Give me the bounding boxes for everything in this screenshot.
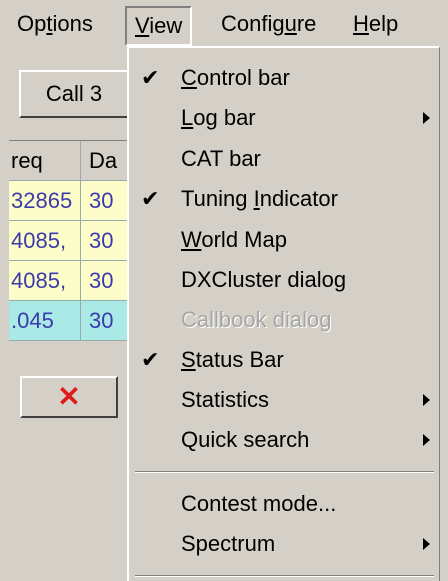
freq-cell: .045 — [9, 301, 81, 341]
menu-item-control-bar[interactable]: ✔ Control bar — [129, 58, 440, 98]
grid-header-row: req Da — [9, 141, 128, 181]
menu-item-label: Statistics — [181, 387, 270, 412]
menu-item-label: Spectrum — [181, 531, 276, 556]
column-header-freq[interactable]: req — [9, 141, 81, 181]
date-cell: 30 — [81, 301, 128, 341]
menu-item-label: World Map — [181, 227, 287, 252]
checkmark-icon: ✔ — [141, 186, 160, 211]
menu-item-contest-mode[interactable]: Contest mode... — [129, 484, 440, 524]
submenu-arrow-icon — [423, 538, 430, 550]
main-content: Call 3 req Da 32865 30 4085, 30 4085, 30… — [9, 46, 129, 581]
menu-item-tuning-indicator[interactable]: ✔ Tuning Indicator — [129, 179, 440, 219]
menu-view[interactable]: View — [125, 6, 193, 46]
column-header-date[interactable]: Da — [81, 141, 128, 181]
menu-configure-accel: u — [284, 11, 297, 36]
menu-help[interactable]: Help — [345, 6, 406, 42]
view-menu-dropdown: ✔ Control bar Log bar CAT bar ✔ Tuning I… — [127, 46, 440, 581]
log-grid: req Da 32865 30 4085, 30 4085, 30 .045 3… — [9, 140, 128, 341]
menu-item-label: Callbook dialog — [181, 307, 332, 332]
window-right-frame — [439, 0, 448, 581]
table-row[interactable]: 4085, 30 — [9, 221, 128, 261]
freq-cell: 4085, — [9, 221, 81, 261]
menu-bar: Options View Configure Help — [9, 0, 440, 46]
menu-item-quick-search[interactable]: Quick search — [129, 420, 440, 460]
close-icon: ✕ — [57, 381, 81, 412]
menu-view-accel: V — [135, 13, 150, 38]
menu-view-text: iew — [149, 13, 183, 38]
menu-item-label: CAT bar — [181, 146, 261, 171]
menu-help-accel: H — [353, 11, 369, 36]
table-row[interactable]: 4085, 30 — [9, 261, 128, 301]
checkmark-icon: ✔ — [141, 65, 160, 90]
menu-options-text: Op — [17, 11, 47, 36]
menu-item-label: DXCluster dialog — [181, 267, 347, 292]
menu-item-world-map[interactable]: World Map — [129, 220, 440, 260]
menu-item-callbook-dialog: Callbook dialog — [129, 300, 440, 340]
menu-item-label: Log bar — [181, 105, 256, 130]
table-row[interactable]: 32865 30 — [9, 181, 128, 221]
table-row[interactable]: .045 30 — [9, 301, 128, 341]
submenu-arrow-icon — [423, 434, 430, 446]
delete-button[interactable]: ✕ — [20, 376, 118, 418]
menu-configure-text: Config — [221, 11, 285, 36]
menu-options[interactable]: Options — [9, 6, 101, 42]
menu-help-text: elp — [368, 11, 399, 36]
menu-item-statistics[interactable]: Statistics — [129, 380, 440, 420]
menu-separator — [135, 575, 434, 577]
menu-item-label: Tuning Indicator — [181, 186, 338, 211]
freq-cell: 4085, — [9, 261, 81, 301]
date-cell: 30 — [81, 261, 128, 301]
date-cell: 30 — [81, 221, 128, 261]
menu-item-label: Control bar — [181, 65, 290, 90]
freq-cell: 32865 — [9, 181, 81, 221]
menu-item-log-bar[interactable]: Log bar — [129, 98, 440, 138]
menu-item-label: Quick search — [181, 427, 310, 452]
menu-configure[interactable]: Configure — [213, 6, 324, 42]
menu-options-text-rest: ions — [52, 11, 93, 36]
submenu-arrow-icon — [423, 394, 430, 406]
date-cell: 30 — [81, 181, 128, 221]
menu-item-label: Status Bar — [181, 347, 284, 372]
menu-item-cat-bar[interactable]: CAT bar — [129, 139, 440, 179]
menu-item-label: Contest mode... — [181, 491, 337, 516]
submenu-arrow-icon — [423, 112, 430, 124]
menu-separator — [135, 471, 434, 473]
menu-item-dxcluster-dialog[interactable]: DXCluster dialog — [129, 260, 440, 300]
menu-configure-text-rest: re — [296, 11, 317, 36]
menu-item-spectrum[interactable]: Spectrum — [129, 524, 440, 564]
call-3-button[interactable]: Call 3 — [19, 70, 129, 118]
checkmark-icon: ✔ — [141, 347, 160, 372]
menu-item-status-bar[interactable]: ✔ Status Bar — [129, 340, 440, 380]
